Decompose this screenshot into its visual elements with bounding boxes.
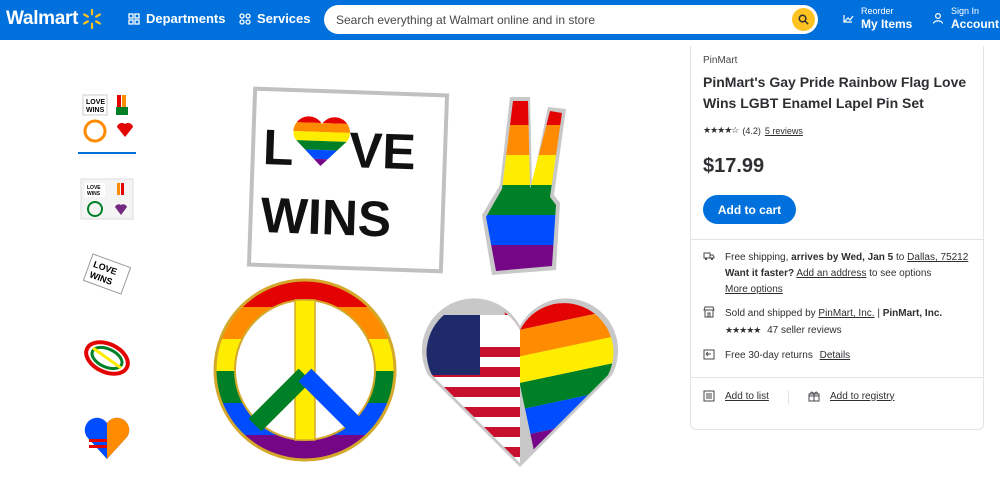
thumbnail-3[interactable]: LOVE WINS bbox=[78, 245, 136, 303]
arrival-date: arrives by Wed, Jan 5 bbox=[791, 252, 894, 263]
more-options-link[interactable]: More options bbox=[725, 284, 783, 295]
return-icon bbox=[703, 349, 715, 360]
departments-label: Departments bbox=[146, 11, 226, 26]
add-to-list-button[interactable]: Add to list bbox=[703, 390, 769, 402]
brand-link[interactable]: PinMart bbox=[703, 55, 737, 66]
product-rating: ★★★★☆ (4.2) 5 reviews bbox=[703, 125, 803, 136]
love-letter-l: L bbox=[262, 119, 294, 176]
flag-heart-pin bbox=[421, 298, 619, 467]
location-link[interactable]: Dallas, 75212 bbox=[907, 252, 968, 263]
services-label: Services bbox=[257, 11, 311, 26]
services-button[interactable]: Services bbox=[239, 11, 311, 26]
services-icon bbox=[239, 12, 251, 25]
account-menu[interactable]: Sign In Account bbox=[932, 6, 999, 31]
divider bbox=[691, 239, 983, 240]
see-options-text: to see options bbox=[866, 268, 932, 279]
spark-logo-icon bbox=[83, 8, 102, 30]
love-letters-ve: VE bbox=[348, 122, 417, 180]
thumbnail-2[interactable]: LOVE WINS bbox=[78, 170, 136, 228]
product-price: $17.99 bbox=[703, 155, 765, 177]
account-big-label: Account bbox=[951, 17, 999, 31]
gift-icon bbox=[808, 391, 820, 402]
vertical-divider bbox=[788, 390, 789, 404]
rating-value: (4.2) bbox=[742, 125, 761, 136]
svg-text:LOVE: LOVE bbox=[86, 99, 105, 106]
thumbnail-4-image bbox=[84, 340, 130, 376]
seller-reviews[interactable]: 47 seller reviews bbox=[767, 325, 841, 336]
seller-separator: | bbox=[874, 308, 883, 319]
thumbnail-3-image: LOVE WINS bbox=[82, 253, 132, 295]
truck-icon bbox=[703, 252, 715, 261]
svg-text:WINS: WINS bbox=[87, 191, 101, 197]
grid-icon bbox=[128, 12, 140, 25]
seller-name: PinMart, Inc. bbox=[882, 308, 943, 319]
seller-rating-stars: ★★★★★ bbox=[725, 325, 761, 335]
reorder-my-items[interactable]: Reorder My Items bbox=[842, 6, 912, 31]
top-header: Walmart Departments Services Reorder bbox=[0, 0, 1000, 40]
peace-sign-pin bbox=[213, 278, 397, 462]
add-to-registry-label: Add to registry bbox=[830, 390, 895, 402]
love-wins-pin: L VE WINS bbox=[246, 86, 450, 274]
reorder-big-label: My Items bbox=[861, 17, 913, 31]
search-button[interactable] bbox=[792, 8, 815, 31]
search-input[interactable] bbox=[324, 12, 764, 27]
peace-hand-pin bbox=[482, 97, 566, 275]
account-small-label: Sign In bbox=[951, 6, 980, 16]
search-bar bbox=[324, 5, 818, 34]
add-to-cart-button[interactable]: Add to cart bbox=[703, 195, 796, 224]
sold-shipped-text: Sold and shipped by bbox=[725, 308, 819, 319]
store-icon bbox=[703, 306, 715, 318]
returns-text: Free 30-day returns bbox=[725, 350, 813, 361]
user-icon bbox=[932, 12, 944, 24]
reviews-link[interactable]: 5 reviews bbox=[765, 126, 803, 136]
heart-icon bbox=[843, 15, 854, 23]
thumbnail-1[interactable]: LOVE WINS bbox=[78, 90, 136, 148]
list-icon bbox=[703, 390, 715, 402]
thumbnail-2-image: LOVE WINS bbox=[80, 178, 134, 220]
wins-word: WINS bbox=[260, 187, 392, 248]
divider bbox=[691, 377, 983, 378]
seller-info: Sold and shipped by PinMart, Inc. | PinM… bbox=[703, 306, 942, 339]
shipping-info: Free shipping, arrives by Wed, Jan 5 to … bbox=[703, 250, 968, 298]
reorder-small-label: Reorder bbox=[861, 6, 894, 16]
add-to-registry-button[interactable]: Add to registry bbox=[808, 390, 894, 402]
logo-text: Walmart bbox=[6, 8, 79, 29]
thumbnail-4[interactable] bbox=[78, 327, 136, 385]
thumbnail-1-image: LOVE WINS bbox=[82, 94, 133, 143]
to-text: to bbox=[893, 252, 908, 263]
want-faster-text: Want it faster? bbox=[725, 268, 795, 279]
selected-thumbnail-indicator bbox=[78, 152, 136, 154]
thumbnail-5-image bbox=[84, 417, 130, 459]
returns-details-link[interactable]: Details bbox=[820, 350, 851, 361]
main-product-image[interactable]: L VE WINS bbox=[210, 85, 630, 470]
returns-info: Free 30-day returns Details bbox=[703, 348, 850, 364]
search-icon bbox=[798, 14, 809, 25]
product-title: PinMart's Gay Pride Rainbow Flag Love Wi… bbox=[703, 74, 967, 111]
svg-text:WINS: WINS bbox=[86, 107, 105, 114]
seller-link[interactable]: PinMart, Inc. bbox=[818, 308, 874, 319]
free-shipping-text: Free shipping, bbox=[725, 252, 792, 263]
departments-button[interactable]: Departments bbox=[128, 11, 225, 26]
walmart-logo[interactable]: Walmart bbox=[6, 8, 103, 30]
add-address-link[interactable]: Add an address bbox=[796, 268, 866, 279]
rating-stars: ★★★★☆ bbox=[703, 125, 739, 135]
add-to-list-label: Add to list bbox=[725, 390, 769, 402]
thumbnail-5[interactable] bbox=[78, 408, 136, 466]
